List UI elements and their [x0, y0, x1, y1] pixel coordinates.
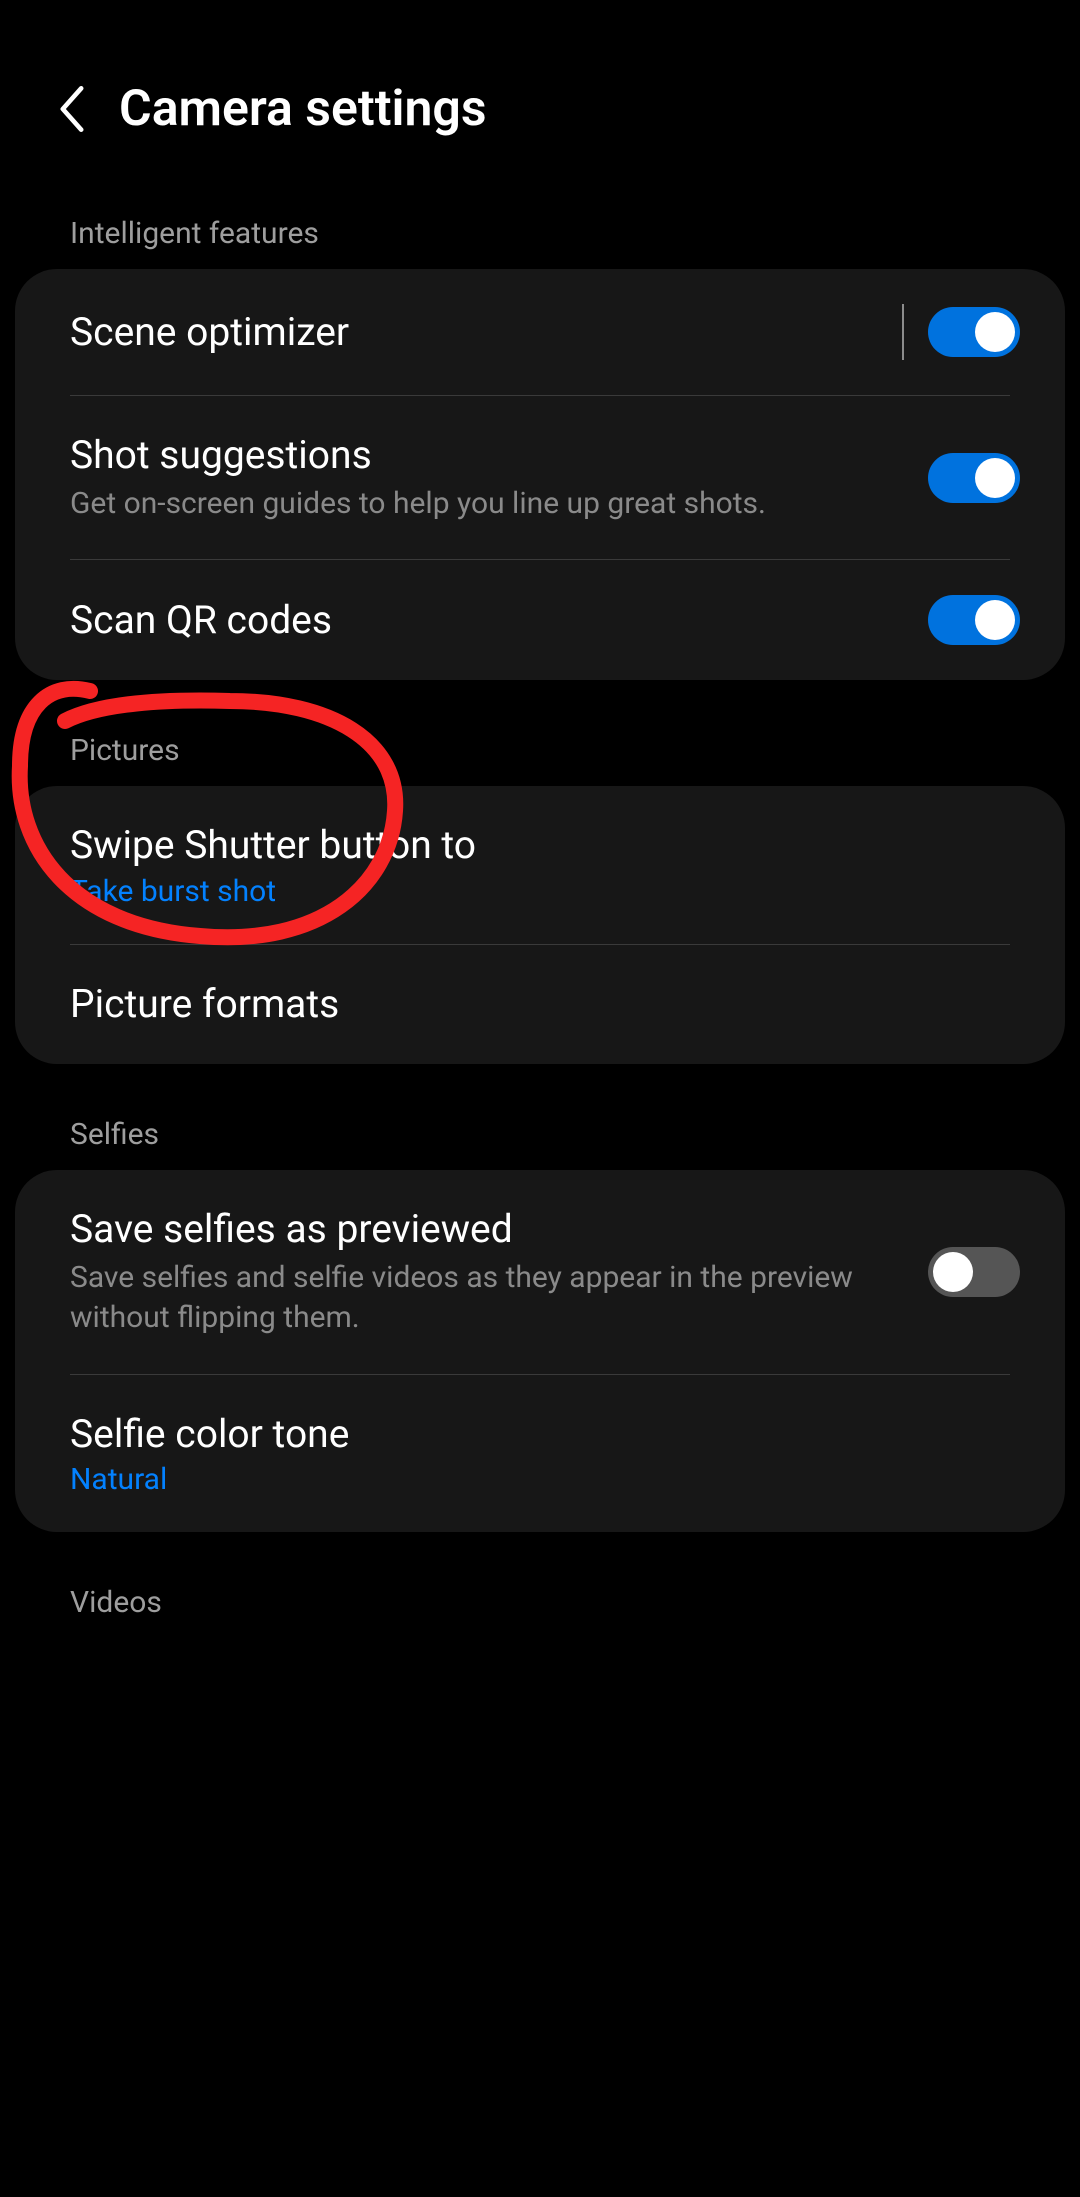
save-selfies-title: Save selfies as previewed	[70, 1205, 908, 1254]
shot-suggestions-desc: Get on-screen guides to help you line up…	[70, 484, 908, 525]
row-picture-formats[interactable]: Picture formats	[15, 945, 1065, 1064]
row-swipe-shutter[interactable]: Swipe Shutter button to Take burst shot	[15, 786, 1065, 944]
row-scene-optimizer[interactable]: Scene optimizer	[15, 269, 1065, 395]
scene-optimizer-title: Scene optimizer	[70, 308, 882, 357]
row-scan-qr[interactable]: Scan QR codes	[15, 560, 1065, 680]
section-card-selfies: Save selfies as previewed Save selfies a…	[15, 1170, 1065, 1533]
scan-qr-title: Scan QR codes	[70, 596, 908, 645]
scan-qr-toggle[interactable]	[928, 595, 1020, 645]
selfie-color-tone-title: Selfie color tone	[70, 1410, 1000, 1459]
swipe-shutter-value: Take burst shot	[70, 874, 1000, 909]
row-save-selfies[interactable]: Save selfies as previewed Save selfies a…	[15, 1170, 1065, 1374]
section-card-intelligent: Scene optimizer Shot suggestions Get on-…	[15, 269, 1065, 680]
picture-formats-title: Picture formats	[70, 980, 1000, 1029]
section-header-videos: Videos	[0, 1567, 1080, 1638]
vertical-divider	[902, 304, 904, 360]
save-selfies-desc: Save selfies and selfie videos as they a…	[70, 1258, 908, 1339]
section-header-selfies: Selfies	[0, 1099, 1080, 1170]
shot-suggestions-toggle[interactable]	[928, 453, 1020, 503]
section-header-pictures: Pictures	[0, 715, 1080, 786]
header: Camera settings	[0, 0, 1080, 198]
row-selfie-color-tone[interactable]: Selfie color tone Natural	[15, 1375, 1065, 1533]
back-icon[interactable]	[55, 83, 89, 135]
row-shot-suggestions[interactable]: Shot suggestions Get on-screen guides to…	[15, 396, 1065, 559]
selfie-color-tone-value: Natural	[70, 1462, 1000, 1497]
swipe-shutter-title: Swipe Shutter button to	[70, 821, 1000, 870]
shot-suggestions-title: Shot suggestions	[70, 431, 908, 480]
save-selfies-toggle[interactable]	[928, 1247, 1020, 1297]
scene-optimizer-toggle[interactable]	[928, 307, 1020, 357]
page-title: Camera settings	[119, 80, 487, 138]
section-header-intelligent: Intelligent features	[0, 198, 1080, 269]
section-card-pictures: Swipe Shutter button to Take burst shot …	[15, 786, 1065, 1064]
